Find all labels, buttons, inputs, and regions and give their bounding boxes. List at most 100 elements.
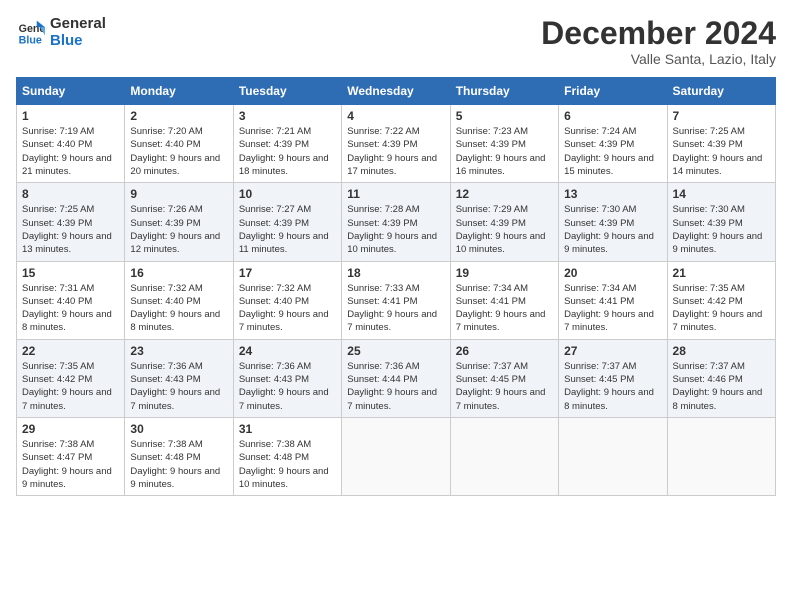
day-info: Sunrise: 7:36 AMSunset: 4:43 PMDaylight:… (130, 360, 227, 413)
day-info: Sunrise: 7:36 AMSunset: 4:43 PMDaylight:… (239, 360, 336, 413)
table-row: 13 Sunrise: 7:30 AMSunset: 4:39 PMDayligh… (559, 183, 667, 261)
table-row: 12Sunrise: 7:29 AMSunset: 4:39 PMDayligh… (450, 183, 558, 261)
day-info: Sunrise: 7:37 AMSunset: 4:46 PMDaylight:… (673, 360, 770, 413)
title-block: December 2024 Valle Santa, Lazio, Italy (541, 16, 776, 67)
day-info: Sunrise: 7:31 AMSunset: 4:40 PMDaylight:… (22, 282, 119, 335)
table-row: 3 Sunrise: 7:21 AMSunset: 4:39 PMDaylight… (233, 105, 341, 183)
day-number: 31 (239, 422, 336, 436)
logo: General Blue General Blue (16, 16, 106, 49)
day-info: Sunrise: 7:35 AMSunset: 4:42 PMDaylight:… (22, 360, 119, 413)
day-info: Sunrise: 7:25 AMSunset: 4:39 PMDaylight:… (22, 203, 119, 256)
day-number: 17 (239, 266, 336, 280)
col-saturday: Saturday (667, 78, 775, 105)
day-info: Sunrise: 7:30 AMSunset: 4:39 PMDaylight:… (564, 203, 661, 256)
table-row: 2 Sunrise: 7:20 AMSunset: 4:40 PMDaylight… (125, 105, 233, 183)
col-thursday: Thursday (450, 78, 558, 105)
day-info: Sunrise: 7:25 AMSunset: 4:39 PMDaylight:… (673, 125, 770, 178)
day-info: Sunrise: 7:37 AMSunset: 4:45 PMDaylight:… (564, 360, 661, 413)
day-info: Sunrise: 7:38 AMSunset: 4:48 PMDaylight:… (239, 438, 336, 491)
col-wednesday: Wednesday (342, 78, 450, 105)
day-info: Sunrise: 7:23 AMSunset: 4:39 PMDaylight:… (456, 125, 553, 178)
logo-blue: Blue (50, 33, 106, 50)
day-info: Sunrise: 7:32 AMSunset: 4:40 PMDaylight:… (130, 282, 227, 335)
header: General Blue General Blue December 2024 … (16, 16, 776, 67)
table-row: 7 Sunrise: 7:25 AMSunset: 4:39 PMDaylight… (667, 105, 775, 183)
day-info: Sunrise: 7:19 AMSunset: 4:40 PMDaylight:… (22, 125, 119, 178)
logo-general: General (50, 16, 106, 33)
table-row: 17 Sunrise: 7:32 AMSunset: 4:40 PMDayligh… (233, 261, 341, 339)
day-info: Sunrise: 7:37 AMSunset: 4:45 PMDaylight:… (456, 360, 553, 413)
day-number: 25 (347, 344, 444, 358)
calendar-week-row: 8Sunrise: 7:25 AMSunset: 4:39 PMDaylight… (17, 183, 776, 261)
day-number: 21 (673, 266, 770, 280)
table-row: 28 Sunrise: 7:37 AMSunset: 4:46 PMDayligh… (667, 339, 775, 417)
table-row: 5 Sunrise: 7:23 AMSunset: 4:39 PMDaylight… (450, 105, 558, 183)
table-row: 4 Sunrise: 7:22 AMSunset: 4:39 PMDaylight… (342, 105, 450, 183)
calendar-week-row: 22Sunrise: 7:35 AMSunset: 4:42 PMDayligh… (17, 339, 776, 417)
day-info: Sunrise: 7:21 AMSunset: 4:39 PMDaylight:… (239, 125, 336, 178)
table-row: 26 Sunrise: 7:37 AMSunset: 4:45 PMDayligh… (450, 339, 558, 417)
day-info: Sunrise: 7:33 AMSunset: 4:41 PMDaylight:… (347, 282, 444, 335)
day-info: Sunrise: 7:28 AMSunset: 4:39 PMDaylight:… (347, 203, 444, 256)
day-number: 11 (347, 187, 444, 201)
calendar-header-row: Sunday Monday Tuesday Wednesday Thursday… (17, 78, 776, 105)
day-info: Sunrise: 7:32 AMSunset: 4:40 PMDaylight:… (239, 282, 336, 335)
day-number: 6 (564, 109, 661, 123)
day-number: 19 (456, 266, 553, 280)
table-row: 16 Sunrise: 7:32 AMSunset: 4:40 PMDayligh… (125, 261, 233, 339)
calendar-week-row: 29Sunrise: 7:38 AMSunset: 4:47 PMDayligh… (17, 417, 776, 495)
table-row (559, 417, 667, 495)
month-title: December 2024 (541, 16, 776, 51)
day-number: 26 (456, 344, 553, 358)
day-number: 14 (673, 187, 770, 201)
table-row (450, 417, 558, 495)
col-monday: Monday (125, 78, 233, 105)
day-number: 27 (564, 344, 661, 358)
day-number: 29 (22, 422, 119, 436)
day-info: Sunrise: 7:20 AMSunset: 4:40 PMDaylight:… (130, 125, 227, 178)
table-row (667, 417, 775, 495)
day-info: Sunrise: 7:35 AMSunset: 4:42 PMDaylight:… (673, 282, 770, 335)
day-number: 30 (130, 422, 227, 436)
calendar-week-row: 1 Sunrise: 7:19 AMSunset: 4:40 PMDaylight… (17, 105, 776, 183)
table-row: 19 Sunrise: 7:34 AMSunset: 4:41 PMDayligh… (450, 261, 558, 339)
calendar-table: Sunday Monday Tuesday Wednesday Thursday… (16, 77, 776, 496)
day-number: 2 (130, 109, 227, 123)
day-number: 23 (130, 344, 227, 358)
day-number: 28 (673, 344, 770, 358)
day-number: 5 (456, 109, 553, 123)
table-row: 20Sunrise: 7:34 AMSunset: 4:41 PMDayligh… (559, 261, 667, 339)
table-row: 14 Sunrise: 7:30 AMSunset: 4:39 PMDayligh… (667, 183, 775, 261)
table-row: 29Sunrise: 7:38 AMSunset: 4:47 PMDayligh… (17, 417, 125, 495)
day-number: 7 (673, 109, 770, 123)
table-row: 27 Sunrise: 7:37 AMSunset: 4:45 PMDayligh… (559, 339, 667, 417)
day-number: 4 (347, 109, 444, 123)
day-number: 16 (130, 266, 227, 280)
table-row: 6Sunrise: 7:24 AMSunset: 4:39 PMDaylight… (559, 105, 667, 183)
day-info: Sunrise: 7:22 AMSunset: 4:39 PMDaylight:… (347, 125, 444, 178)
table-row: 15Sunrise: 7:31 AMSunset: 4:40 PMDayligh… (17, 261, 125, 339)
day-number: 20 (564, 266, 661, 280)
day-number: 3 (239, 109, 336, 123)
day-info: Sunrise: 7:30 AMSunset: 4:39 PMDaylight:… (673, 203, 770, 256)
table-row: 10Sunrise: 7:27 AMSunset: 4:39 PMDayligh… (233, 183, 341, 261)
page: General Blue General Blue December 2024 … (0, 0, 792, 612)
day-info: Sunrise: 7:29 AMSunset: 4:39 PMDaylight:… (456, 203, 553, 256)
table-row: 24 Sunrise: 7:36 AMSunset: 4:43 PMDayligh… (233, 339, 341, 417)
table-row: 9 Sunrise: 7:26 AMSunset: 4:39 PMDaylight… (125, 183, 233, 261)
location-subtitle: Valle Santa, Lazio, Italy (541, 51, 776, 67)
table-row: 31 Sunrise: 7:38 AMSunset: 4:48 PMDayligh… (233, 417, 341, 495)
day-info: Sunrise: 7:27 AMSunset: 4:39 PMDaylight:… (239, 203, 336, 256)
day-number: 13 (564, 187, 661, 201)
day-number: 9 (130, 187, 227, 201)
table-row (342, 417, 450, 495)
col-friday: Friday (559, 78, 667, 105)
day-info: Sunrise: 7:36 AMSunset: 4:44 PMDaylight:… (347, 360, 444, 413)
day-number: 24 (239, 344, 336, 358)
col-sunday: Sunday (17, 78, 125, 105)
table-row: 11 Sunrise: 7:28 AMSunset: 4:39 PMDayligh… (342, 183, 450, 261)
day-info: Sunrise: 7:26 AMSunset: 4:39 PMDaylight:… (130, 203, 227, 256)
day-number: 1 (22, 109, 119, 123)
day-info: Sunrise: 7:34 AMSunset: 4:41 PMDaylight:… (456, 282, 553, 335)
table-row: 22Sunrise: 7:35 AMSunset: 4:42 PMDayligh… (17, 339, 125, 417)
